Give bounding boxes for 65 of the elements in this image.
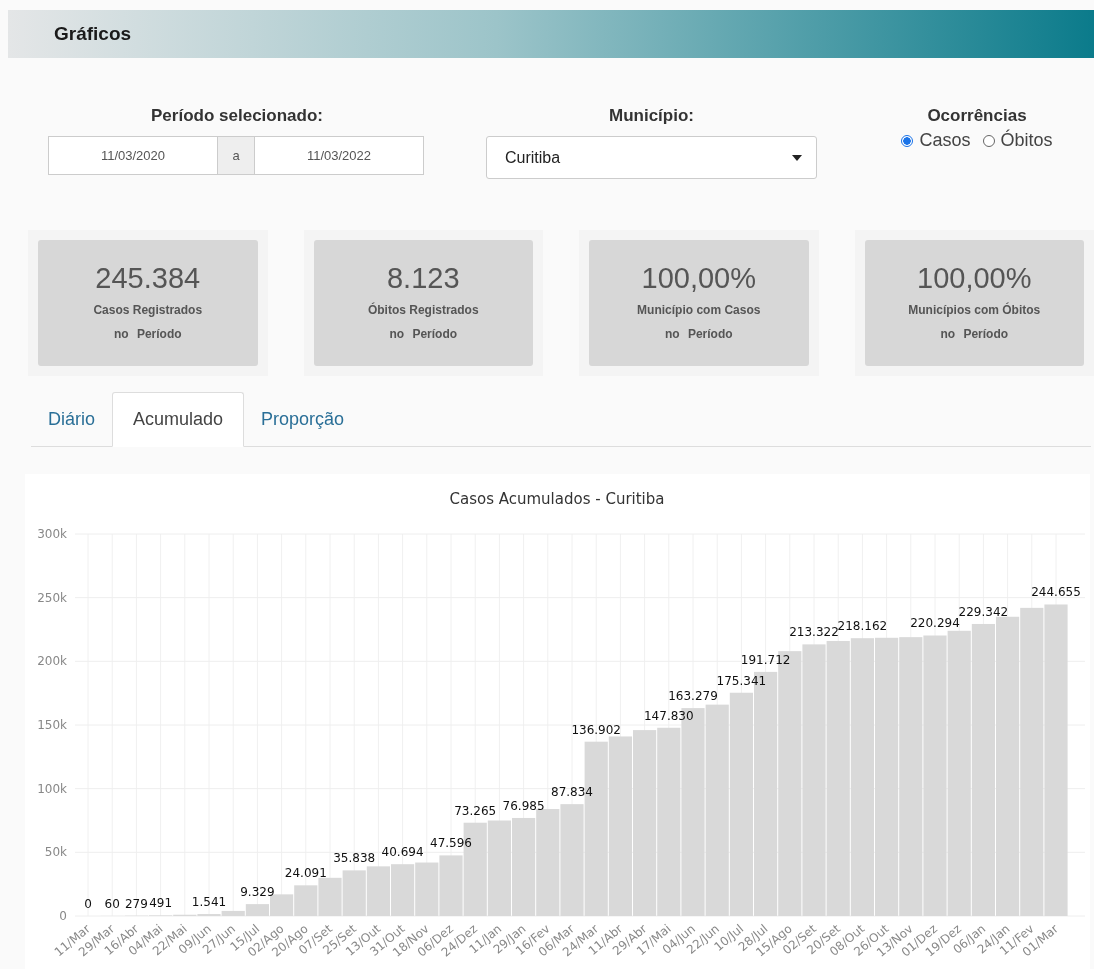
data-label: 76.985 — [502, 798, 545, 813]
data-label: 491 — [149, 896, 173, 911]
data-label: 0 — [84, 897, 92, 911]
data-label: 136.902 — [571, 722, 621, 737]
start-date-field[interactable]: 11/03/2020 — [48, 136, 218, 175]
data-label: 40.694 — [381, 845, 424, 860]
radio-button[interactable] — [982, 134, 995, 147]
radio-button[interactable] — [901, 134, 914, 147]
data-label: 213.322 — [789, 625, 839, 640]
end-date-field[interactable]: 11/03/2022 — [254, 136, 424, 175]
stat-label: Município com Casos — [637, 303, 761, 317]
data-label: 73.265 — [454, 803, 497, 818]
radio-option[interactable]: Óbitos — [982, 130, 1053, 151]
stat-label: Casos Registrados — [93, 303, 203, 317]
stat-label: Óbitos Registrados — [367, 303, 479, 317]
data-label: 9.329 — [240, 885, 275, 900]
chart-title: Casos Acumulados - Curitiba — [449, 490, 665, 508]
stat-sublabel: no Período — [113, 327, 182, 341]
radio-option[interactable]: Casos — [901, 130, 971, 151]
chart-bar — [342, 870, 366, 916]
data-label: 47.596 — [430, 836, 472, 851]
data-label: 220.294 — [910, 616, 960, 631]
stat-sublabel: no Período — [664, 327, 733, 341]
stat-value: 8.123 — [386, 262, 460, 295]
data-label: 279 — [124, 896, 148, 911]
data-label: 218.162 — [837, 619, 888, 634]
data-label: 35.838 — [333, 851, 376, 866]
axis-tick-label: 0 — [59, 909, 67, 923]
data-label: 175.341 — [716, 673, 767, 688]
axis-tick-label: 50k — [44, 845, 67, 860]
axis-tick-label: 150k — [37, 718, 67, 732]
chart-bar — [294, 885, 318, 916]
data-label: 191.712 — [740, 652, 791, 667]
municipality-label: Município: — [609, 106, 694, 126]
data-label: 24.091 — [284, 866, 327, 881]
axis-tick-label: 300k — [37, 527, 67, 541]
axis-tick-label: 200k — [37, 654, 67, 669]
municipality-dropdown[interactable]: Curitiba — [486, 136, 817, 179]
chart-bar — [366, 866, 390, 916]
data-label: 244.655 — [1031, 585, 1081, 600]
data-label: 87.834 — [551, 785, 593, 800]
caret-icon — [792, 154, 802, 161]
tab[interactable]: Proporção — [244, 392, 362, 446]
data-label: 163.279 — [668, 689, 718, 704]
stat-sublabel: no Período — [389, 327, 458, 341]
occurrences-label: Ocorrências — [927, 106, 1027, 126]
data-label: 147.830 — [644, 708, 694, 723]
stat-value: 100,00% — [917, 262, 1032, 295]
data-label: 60 — [104, 896, 120, 911]
chart-bar — [391, 864, 415, 916]
data-label: 229.342 — [958, 604, 1009, 619]
stat-label: Municípios com Óbitos — [908, 303, 1041, 317]
chart-bar — [415, 862, 439, 916]
tab[interactable]: Acumulado — [112, 392, 245, 447]
axis-tick-label: 100k — [37, 781, 67, 796]
stat-value: 100,00% — [641, 262, 756, 295]
tab[interactable]: Diário — [31, 392, 112, 446]
page-title: Gráficos — [54, 23, 132, 45]
chart-bar — [318, 877, 342, 916]
axis-tick-label: 250k — [37, 590, 67, 605]
data-label: 1.541 — [191, 895, 227, 910]
stat-value: 245.384 — [95, 262, 201, 295]
period-label: Período selecionado: — [151, 106, 323, 126]
stat-sublabel: no Período — [940, 327, 1009, 341]
date-separator: a — [218, 136, 254, 175]
